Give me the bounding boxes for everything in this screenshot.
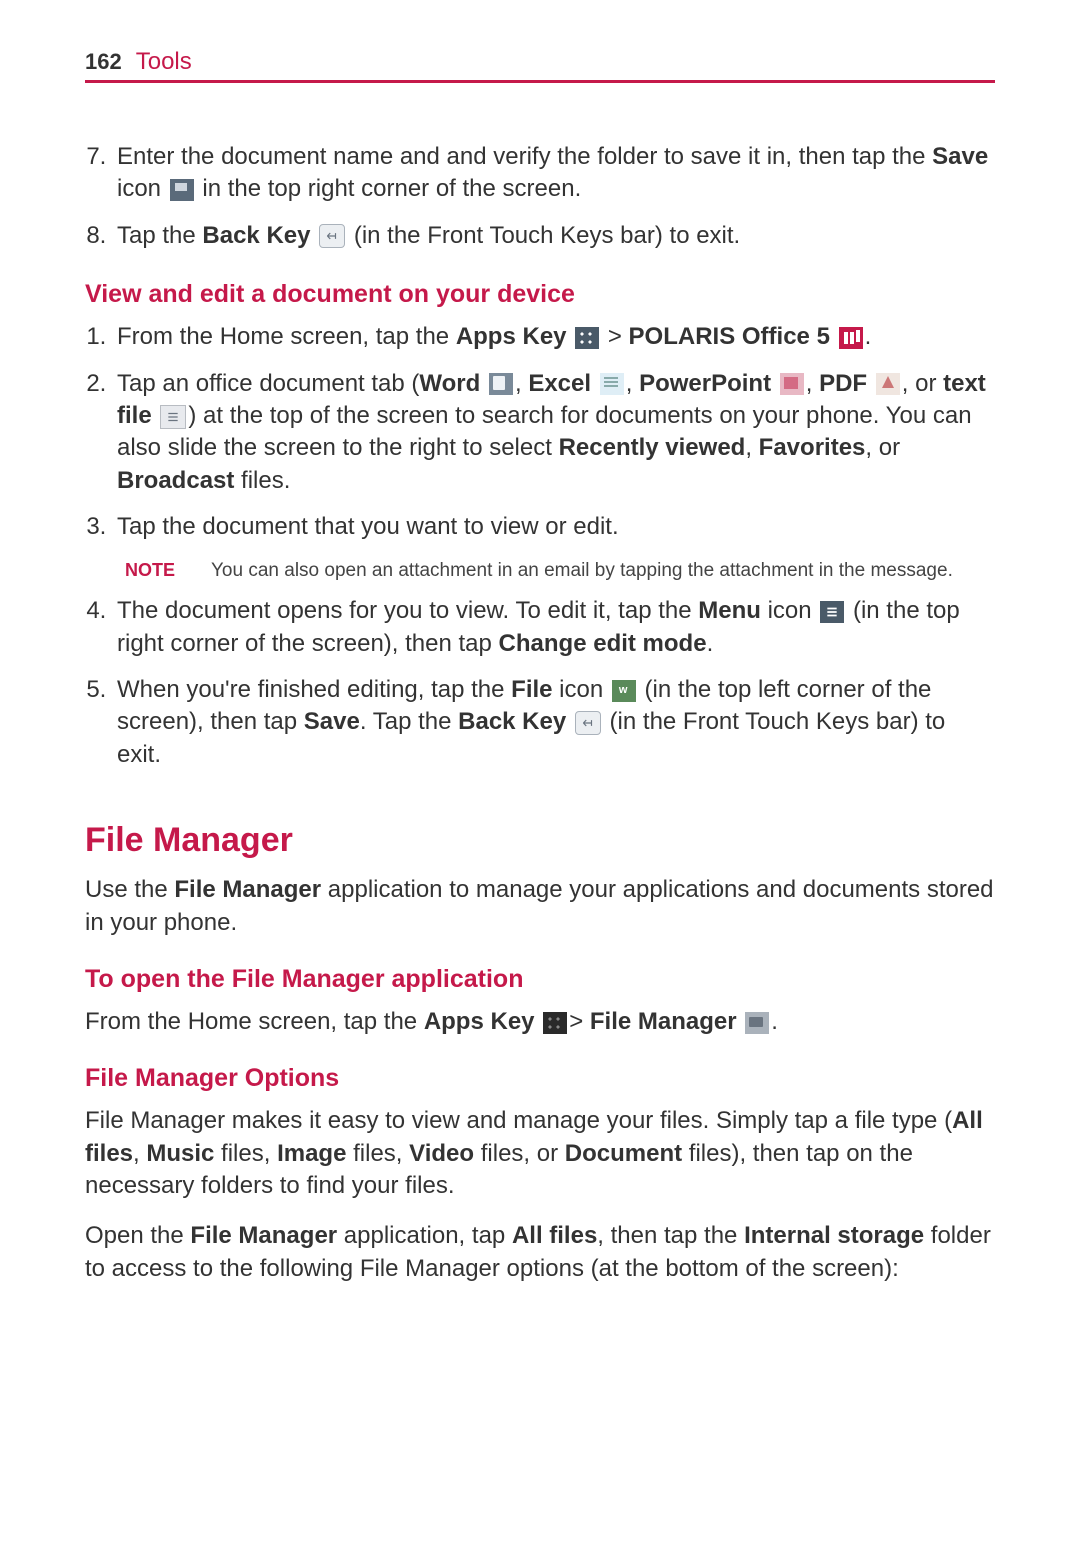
back-key-icon — [319, 224, 345, 248]
menu-icon — [820, 601, 844, 623]
note-label: NOTE — [113, 558, 211, 582]
apps-key-icon — [575, 327, 599, 349]
note-text: You can also open an attachment in an em… — [211, 558, 953, 584]
fm-options-p2: Open the File Manager application, tap A… — [85, 1220, 995, 1285]
step-8: Tap the Back Key (in the Front Touch Key… — [113, 220, 995, 252]
steps-continued: Enter the document name and and verify t… — [85, 141, 995, 252]
step-b5: When you're finished editing, tap the Fi… — [113, 674, 995, 771]
steps-view-edit: From the Home screen, tap the Apps Key >… — [85, 321, 995, 771]
text-file-icon — [160, 405, 186, 429]
subheading-open-fm: To open the File Manager application — [85, 965, 995, 994]
file-manager-intro: Use the File Manager application to mana… — [85, 874, 995, 939]
word-icon — [489, 373, 513, 395]
page-header: 162 Tools — [85, 48, 995, 83]
subheading-fm-options: File Manager Options — [85, 1064, 995, 1093]
powerpoint-icon — [780, 373, 804, 395]
page-number: 162 — [85, 49, 122, 75]
document-page: 162 Tools Enter the document name and an… — [0, 0, 1080, 1552]
step-7: Enter the document name and and verify t… — [113, 141, 995, 206]
apps-key-icon — [543, 1012, 567, 1034]
file-manager-icon — [745, 1012, 769, 1034]
section-title-file-manager: File Manager — [85, 821, 995, 860]
step-b3: Tap the document that you want to view o… — [113, 511, 995, 543]
polaris-office-icon — [839, 327, 863, 349]
subheading-view-edit: View and edit a document on your device — [85, 280, 995, 309]
save-icon — [170, 179, 194, 201]
section-name: Tools — [136, 48, 192, 76]
open-fm-instruction: From the Home screen, tap the Apps Key >… — [85, 1006, 995, 1038]
step-b1: From the Home screen, tap the Apps Key >… — [113, 321, 995, 353]
file-icon — [612, 680, 636, 702]
step-b4: The document opens for you to view. To e… — [113, 595, 995, 660]
step-b2: Tap an office document tab (Word , Excel… — [113, 368, 995, 498]
pdf-icon — [876, 373, 900, 395]
fm-options-p1: File Manager makes it easy to view and m… — [85, 1105, 995, 1202]
excel-icon — [600, 373, 624, 395]
back-key-icon — [575, 711, 601, 735]
note-row: NOTE You can also open an attachment in … — [113, 558, 995, 584]
